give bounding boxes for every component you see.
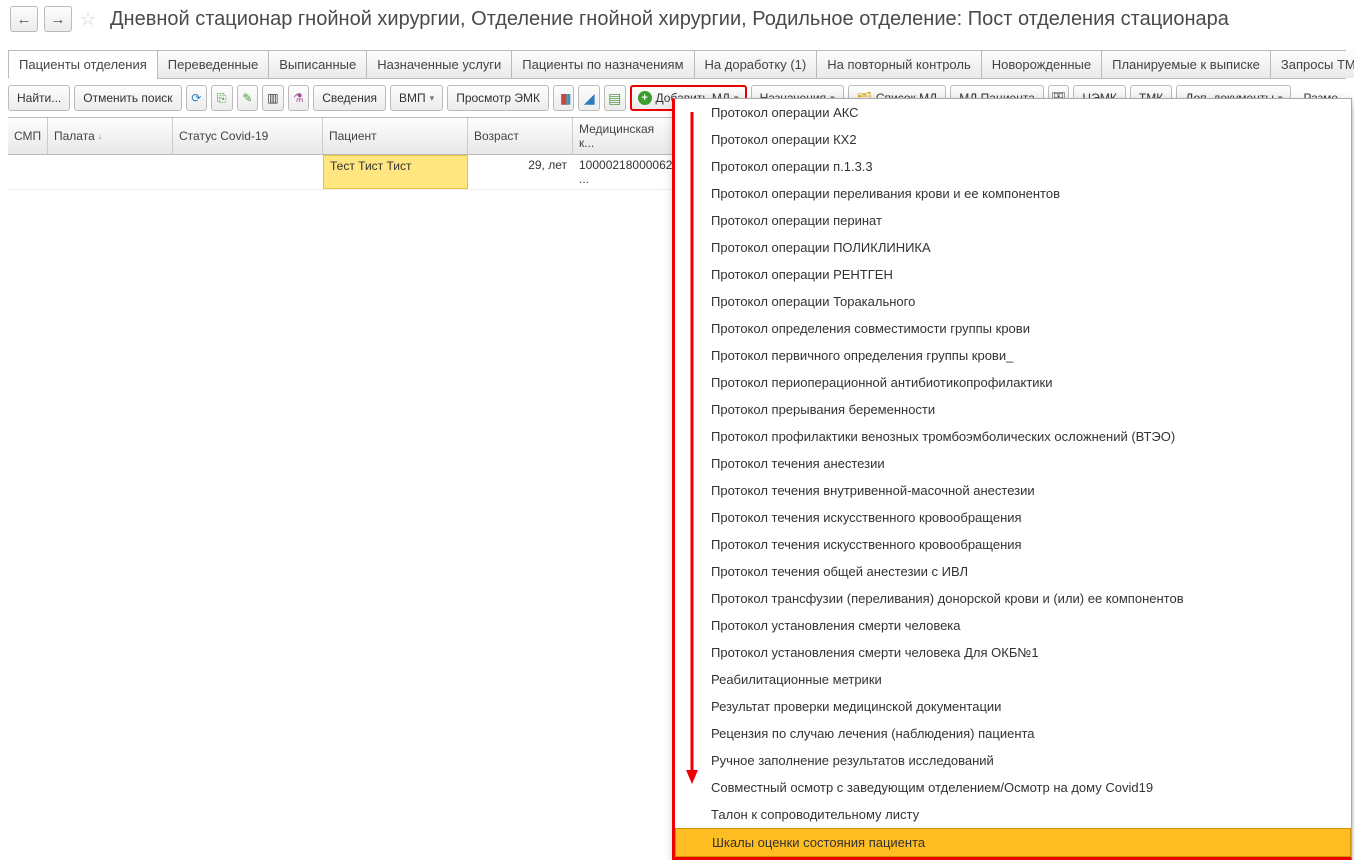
details-button[interactable]: Сведения	[313, 85, 386, 111]
favorite-icon[interactable]: ☆	[78, 9, 98, 29]
chart1-icon[interactable]: ▮	[553, 85, 575, 111]
col-patient[interactable]: Пациент	[323, 118, 468, 154]
dropdown-item[interactable]: Результат проверки медицинской документа…	[675, 693, 1351, 720]
dropdown-item[interactable]: Протокол операции переливания крови и ее…	[675, 180, 1351, 207]
dropdown-item[interactable]: Талон к сопроводительному листу	[675, 801, 1351, 828]
dropdown-item[interactable]: Протокол операции КХ2	[675, 126, 1351, 153]
find-button[interactable]: Найти...	[8, 85, 70, 111]
dropdown-item[interactable]: Протокол установления смерти человека	[675, 612, 1351, 639]
dropdown-item[interactable]: Протокол течения общей анестезии с ИВЛ	[675, 558, 1351, 585]
dropdown-item[interactable]: Протокол определения совместимости групп…	[675, 315, 1351, 342]
tab-0[interactable]: Пациенты отделения	[8, 51, 157, 79]
plus-icon: +	[638, 91, 652, 105]
col-smp[interactable]: СМП	[8, 118, 48, 154]
lab-icon[interactable]: ⚗	[288, 85, 310, 111]
chart3-icon[interactable]: ▤	[604, 85, 626, 111]
dropdown-item-highlighted[interactable]: Шкалы оценки состояния пациента	[675, 828, 1351, 857]
tabs-bar: Пациенты отделенияПереведенныеВыписанные…	[8, 50, 1346, 79]
patient-cell[interactable]: Тест Тист Тист	[323, 155, 468, 189]
page-title: Дневной стационар гнойной хирургии, Отде…	[110, 8, 1229, 31]
dropdown-item[interactable]: Протокол первичного определения группы к…	[675, 342, 1351, 369]
vmp-button[interactable]: ВМП▾	[390, 85, 443, 111]
col-ward[interactable]: Палата↓	[48, 118, 173, 154]
dropdown-item[interactable]: Протокол течения искусственного кровообр…	[675, 531, 1351, 558]
tab-5[interactable]: На доработку (1)	[694, 51, 817, 78]
col-age[interactable]: Возраст	[468, 118, 573, 154]
action-1-icon[interactable]: ⎘	[211, 85, 233, 111]
dropdown-item[interactable]: Протокол операции перинат	[675, 207, 1351, 234]
dropdown-item[interactable]: Протокол операции РЕНТГЕН	[675, 261, 1351, 288]
add-md-dropdown: Протокол операции АКСПротокол операции К…	[672, 98, 1352, 860]
chart2-icon[interactable]: ◢	[578, 85, 600, 111]
col-card[interactable]: Медицинская к...	[573, 118, 673, 154]
tab-4[interactable]: Пациенты по назначениям	[511, 51, 693, 78]
tab-2[interactable]: Выписанные	[268, 51, 366, 78]
dropdown-item[interactable]: Протокол периоперационной антибиотикопро…	[675, 369, 1351, 396]
back-button[interactable]: ←	[10, 6, 38, 32]
tab-3[interactable]: Назначенные услуги	[366, 51, 511, 78]
action-2-icon[interactable]: ✎	[237, 85, 259, 111]
dropdown-item[interactable]: Рецензия по случаю лечения (наблюдения) …	[675, 720, 1351, 747]
cancel-search-button[interactable]: Отменить поиск	[74, 85, 181, 111]
card-cell: 10000218000062 ...	[573, 155, 673, 189]
dropdown-item[interactable]: Протокол операции АКС	[675, 99, 1351, 126]
dropdown-item[interactable]: Протокол операции п.1.3.3	[675, 153, 1351, 180]
dropdown-item[interactable]: Протокол течения анестезии	[675, 450, 1351, 477]
tab-7[interactable]: Новорожденные	[981, 51, 1101, 78]
tab-9[interactable]: Запросы ТМК	[1270, 51, 1354, 78]
dropdown-item[interactable]: Протокол прерывания беременности	[675, 396, 1351, 423]
view-emk-button[interactable]: Просмотр ЭМК	[447, 85, 549, 111]
dropdown-item[interactable]: Протокол течения искусственного кровообр…	[675, 504, 1351, 531]
col-covid[interactable]: Статус Covid-19	[173, 118, 323, 154]
dropdown-item[interactable]: Протокол операции ПОЛИКЛИНИКА	[675, 234, 1351, 261]
dropdown-item[interactable]: Протокол операции Торакального	[675, 288, 1351, 315]
dropdown-item[interactable]: Реабилитационные метрики	[675, 666, 1351, 693]
age-cell: 29, лет	[468, 155, 573, 189]
forward-button[interactable]: →	[44, 6, 72, 32]
tab-1[interactable]: Переведенные	[157, 51, 269, 78]
dropdown-item[interactable]: Протокол трансфузии (переливания) донорс…	[675, 585, 1351, 612]
dropdown-item[interactable]: Ручное заполнение результатов исследован…	[675, 747, 1351, 774]
dropdown-item[interactable]: Протокол установления смерти человека Дл…	[675, 639, 1351, 666]
dropdown-item[interactable]: Совместный осмотр с заведующим отделение…	[675, 774, 1351, 801]
tab-8[interactable]: Планируемые к выписке	[1101, 51, 1270, 78]
dropdown-item[interactable]: Протокол течения внутривенной-масочной а…	[675, 477, 1351, 504]
refresh-icon[interactable]: ⟳	[186, 85, 208, 111]
tab-6[interactable]: На повторный контроль	[816, 51, 981, 78]
barcode-icon[interactable]: ▥	[262, 85, 284, 111]
dropdown-item[interactable]: Протокол профилактики венозных тромбоэмб…	[675, 423, 1351, 450]
